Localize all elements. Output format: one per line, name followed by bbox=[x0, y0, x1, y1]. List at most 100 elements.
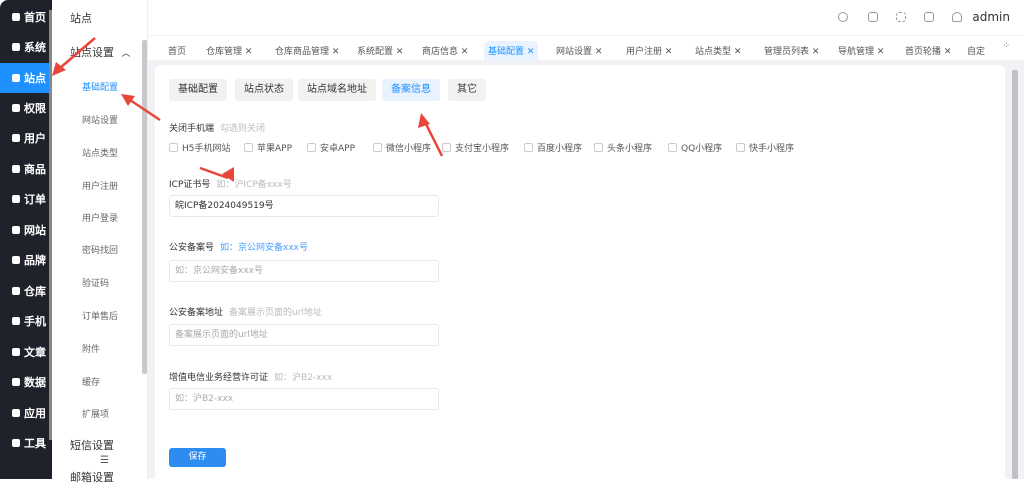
checkbox-icon[interactable] bbox=[169, 143, 178, 152]
telecom-input[interactable]: 如：沪B2-xxx bbox=[169, 388, 439, 410]
checkbox-label: 安卓APP bbox=[320, 144, 356, 154]
sidebar-item-label: 首页 bbox=[24, 11, 46, 24]
icp-input[interactable]: 皖ICP备2024049519号 bbox=[169, 195, 439, 217]
checkbox-mobile-close-5[interactable]: 百度小程序 bbox=[524, 141, 582, 154]
sidebar-item-1[interactable]: 系统 bbox=[0, 32, 52, 62]
submenu-item-2[interactable]: 站点类型 bbox=[82, 146, 118, 159]
palette-icon[interactable] bbox=[838, 12, 848, 22]
tab-11[interactable]: 首页轮播 ✕ bbox=[901, 41, 955, 60]
tab-2[interactable]: 仓库商品管理 ✕ bbox=[271, 41, 343, 60]
sidebar-item-7[interactable]: 网站 bbox=[0, 215, 52, 245]
checkbox-mobile-close-4[interactable]: 支付宝小程序 bbox=[442, 141, 509, 154]
tab-10[interactable]: 导航管理 ✕ bbox=[834, 41, 888, 60]
subtab-0[interactable]: 基础配置 bbox=[169, 79, 227, 101]
submenu-panel: 站点 站点设置 ︿ 基础配置 网站设置 站点类型 用户注册 用户登录 密码找回 验证码 订单售… bbox=[52, 0, 148, 484]
submenu-item-7[interactable]: 订单售后 bbox=[82, 309, 118, 322]
submenu-item-0[interactable]: 基础配置 bbox=[82, 80, 118, 93]
submenu-group-sms[interactable]: 短信设置 bbox=[70, 437, 114, 453]
bell-icon[interactable] bbox=[952, 12, 962, 22]
fullscreen-icon[interactable] bbox=[896, 12, 906, 22]
sidebar-item-label: 系统 bbox=[24, 41, 46, 54]
sidebar-item-10[interactable]: 手机 bbox=[0, 306, 52, 336]
collapse-menu-icon[interactable]: ☰ bbox=[100, 455, 109, 466]
checkbox-label: 百度小程序 bbox=[537, 144, 583, 154]
order-icon bbox=[12, 195, 20, 203]
checkbox-label: 微信小程序 bbox=[386, 144, 432, 154]
home-icon[interactable] bbox=[924, 12, 934, 22]
checkbox-mobile-close-3[interactable]: 微信小程序 bbox=[373, 141, 431, 154]
sidebar-item-label: 订单 bbox=[24, 193, 46, 206]
sidebar-item-label: 网站 bbox=[24, 224, 46, 237]
content-scrollbar[interactable] bbox=[1012, 70, 1018, 479]
tab-8[interactable]: 站点类型 ✕ bbox=[691, 41, 745, 60]
tab-4[interactable]: 商店信息 ✕ bbox=[418, 41, 472, 60]
sidebar-item-label: 文章 bbox=[24, 346, 46, 359]
sidebar-item-12[interactable]: 数据 bbox=[0, 367, 52, 397]
submenu-item-5[interactable]: 密码找回 bbox=[82, 243, 118, 256]
submenu-item-9[interactable]: 缓存 bbox=[82, 375, 100, 388]
user-icon bbox=[12, 134, 20, 142]
sliders-icon bbox=[12, 74, 20, 82]
phone-icon bbox=[12, 317, 20, 325]
checkbox-icon[interactable] bbox=[373, 143, 382, 152]
submenu-item-6[interactable]: 验证码 bbox=[82, 276, 109, 289]
sidebar-item-11[interactable]: 文章 bbox=[0, 337, 52, 367]
sidebar-item-5[interactable]: 商品 bbox=[0, 154, 52, 184]
tab-9[interactable]: 管理员列表 ✕ bbox=[760, 41, 823, 60]
sidebar-item-4[interactable]: 用户 bbox=[0, 123, 52, 153]
checkbox-mobile-close-6[interactable]: 头条小程序 bbox=[594, 141, 652, 154]
chevron-up-icon: ︿ bbox=[121, 49, 131, 59]
checkbox-icon[interactable] bbox=[244, 143, 253, 152]
checkbox-mobile-close-2[interactable]: 安卓APP bbox=[307, 141, 355, 154]
sidebar-item-label: 用户 bbox=[24, 132, 46, 145]
checkbox-label: 苹果APP bbox=[257, 144, 293, 154]
checkbox-icon[interactable] bbox=[668, 143, 677, 152]
sidebar-item-2[interactable]: 站点 bbox=[0, 63, 52, 93]
submenu-item-4[interactable]: 用户登录 bbox=[82, 211, 118, 224]
subtab-3[interactable]: 备案信息 bbox=[382, 79, 440, 101]
police-url-input[interactable]: 备案展示页面的url地址 bbox=[169, 324, 439, 346]
tab-menu-icon[interactable]: ⁘ bbox=[1002, 41, 1010, 51]
checkbox-mobile-close-0[interactable]: H5手机网站 bbox=[169, 141, 231, 154]
submenu-item-1[interactable]: 网站设置 bbox=[82, 113, 118, 126]
submenu-item-3[interactable]: 用户注册 bbox=[82, 179, 118, 192]
sidebar-item-label: 品牌 bbox=[24, 254, 46, 267]
sidebar-item-0[interactable]: 首页 bbox=[0, 2, 52, 32]
settings-card: 基础配置 站点状态 站点域名地址 备案信息 其它 关闭手机端 勾选则关闭 H5手机网站 苹果… bbox=[155, 65, 1005, 485]
save-button[interactable]: 保存 bbox=[169, 448, 226, 467]
clean-icon[interactable] bbox=[868, 12, 878, 22]
tab-1[interactable]: 仓库管理 ✕ bbox=[202, 41, 256, 60]
tab-7[interactable]: 用户注册 ✕ bbox=[622, 41, 676, 60]
checkbox-icon[interactable] bbox=[442, 143, 451, 152]
sidebar-item-3[interactable]: 权限 bbox=[0, 93, 52, 123]
sidebar-item-13[interactable]: 应用 bbox=[0, 398, 52, 428]
tab-3[interactable]: 系统配置 ✕ bbox=[353, 41, 407, 60]
tab-12[interactable]: 自定 bbox=[963, 41, 989, 60]
submenu-item-8[interactable]: 附件 bbox=[82, 342, 100, 355]
sidebar-item-label: 权限 bbox=[24, 102, 46, 115]
sidebar-item-9[interactable]: 仓库 bbox=[0, 276, 52, 306]
checkbox-icon[interactable] bbox=[594, 143, 603, 152]
checkbox-mobile-close-7[interactable]: QQ小程序 bbox=[668, 141, 722, 154]
checkbox-icon[interactable] bbox=[524, 143, 533, 152]
sidebar-item-8[interactable]: 品牌 bbox=[0, 245, 52, 275]
sidebar-item-6[interactable]: 订单 bbox=[0, 184, 52, 214]
sidebar-item-14[interactable]: 工具 bbox=[0, 428, 52, 458]
subtab-2[interactable]: 站点域名地址 bbox=[298, 79, 376, 101]
submenu-group-site-settings[interactable]: 站点设置 ︿ bbox=[70, 44, 131, 60]
subtab-1[interactable]: 站点状态 bbox=[235, 79, 293, 101]
user-menu[interactable]: admin bbox=[972, 10, 1010, 24]
checkbox-icon[interactable] bbox=[736, 143, 745, 152]
subtab-4[interactable]: 其它 bbox=[448, 79, 486, 101]
submenu-scrollbar[interactable] bbox=[142, 40, 147, 374]
tab-6[interactable]: 网站设置 ✕ bbox=[552, 41, 606, 60]
checkbox-label: 头条小程序 bbox=[607, 144, 653, 154]
tab-0[interactable]: 首页 bbox=[164, 41, 190, 60]
tab-5[interactable]: 基础配置 ✕ bbox=[484, 41, 539, 60]
checkbox-mobile-close-8[interactable]: 快手小程序 bbox=[736, 141, 794, 154]
police-input[interactable]: 如：京公网安备xxx号 bbox=[169, 260, 439, 282]
checkbox-icon[interactable] bbox=[307, 143, 316, 152]
checkbox-mobile-close-1[interactable]: 苹果APP bbox=[244, 141, 292, 154]
submenu-group-email[interactable]: 邮箱设置 bbox=[70, 469, 114, 485]
submenu-item-10[interactable]: 扩展项 bbox=[82, 407, 109, 420]
